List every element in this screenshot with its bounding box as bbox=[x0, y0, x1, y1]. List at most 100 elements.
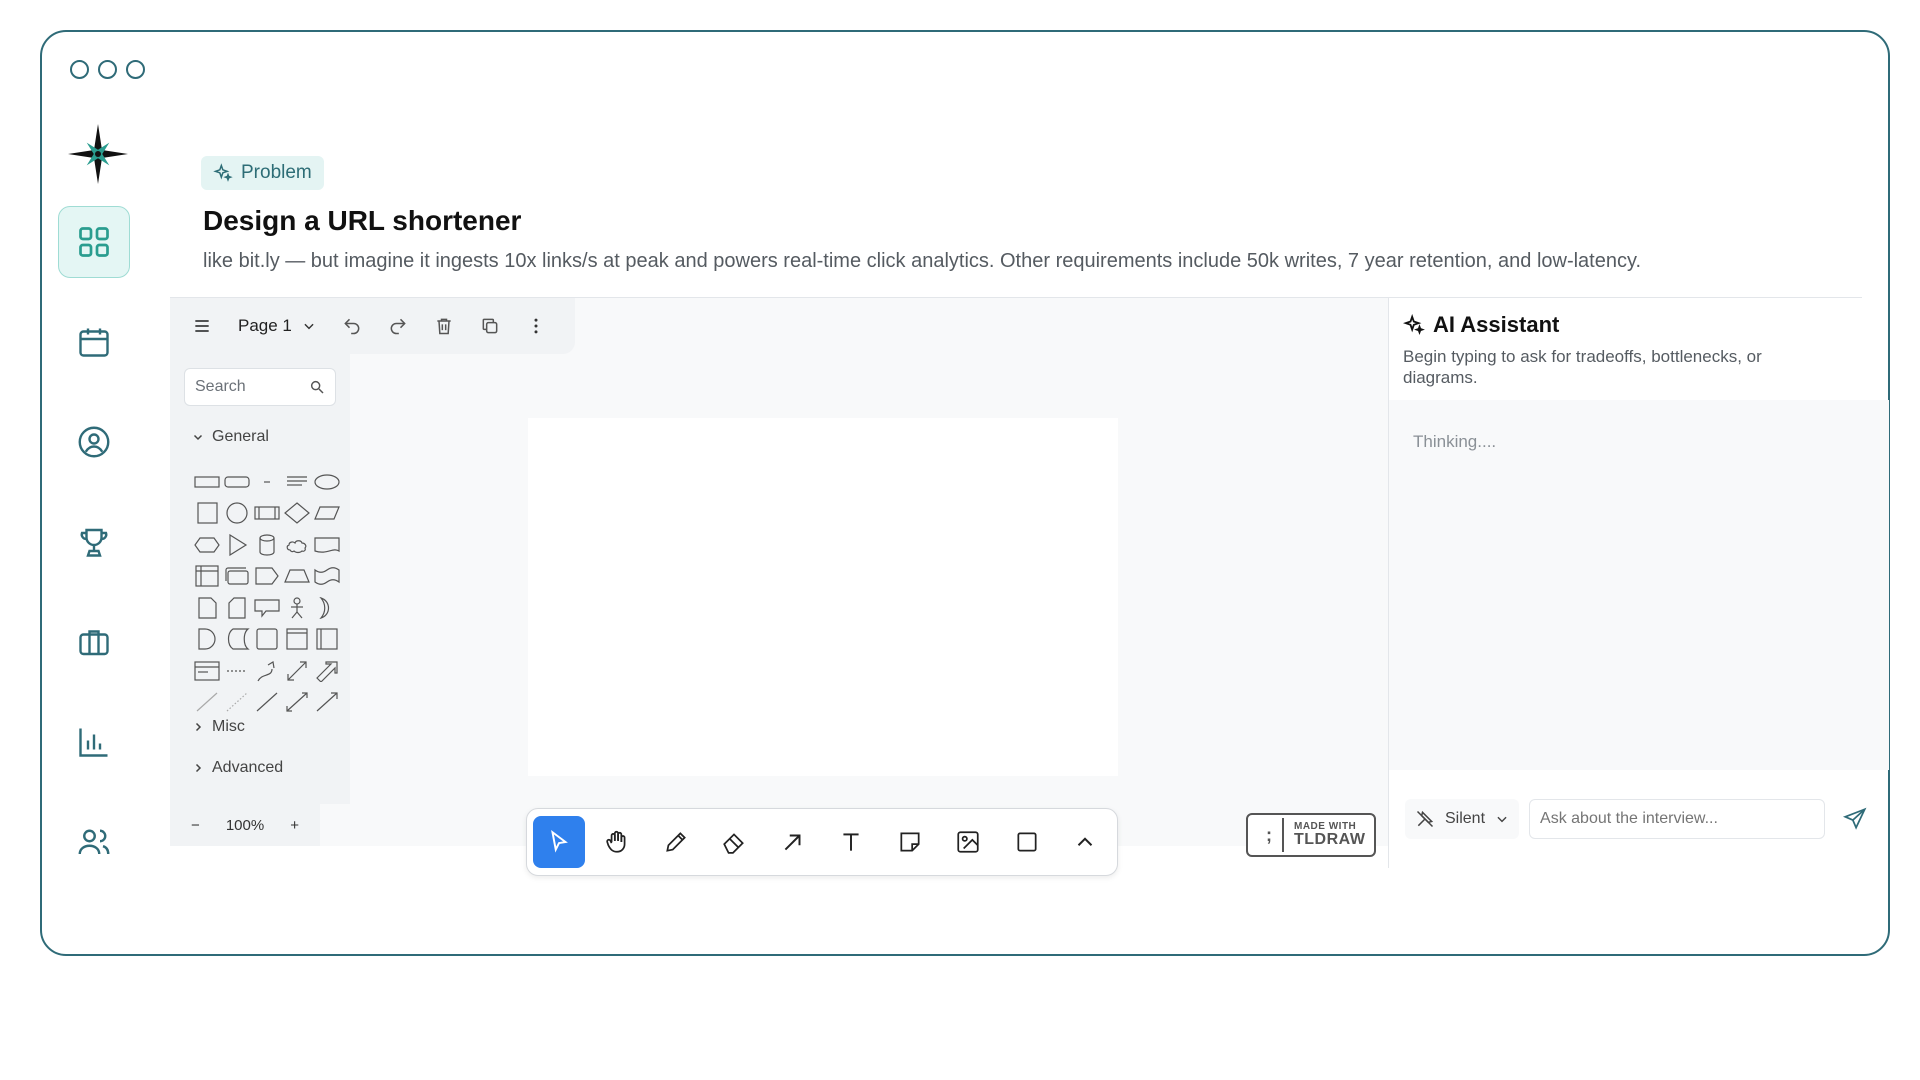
shape-delay[interactable] bbox=[192, 624, 222, 656]
shape-line-light[interactable] bbox=[192, 687, 222, 719]
shape-card[interactable] bbox=[222, 592, 252, 624]
nav-dashboard[interactable] bbox=[58, 206, 130, 278]
shape-diamond[interactable] bbox=[282, 498, 312, 530]
shape-document[interactable] bbox=[312, 529, 342, 561]
shape-callout[interactable] bbox=[252, 592, 282, 624]
shape-parallelogram[interactable] bbox=[312, 498, 342, 530]
shape-text[interactable] bbox=[252, 466, 282, 498]
nav-calendar[interactable] bbox=[58, 306, 130, 378]
shape-off-page[interactable] bbox=[252, 561, 282, 593]
redo-button[interactable] bbox=[382, 310, 414, 342]
section-general[interactable]: General bbox=[192, 428, 269, 446]
trash-icon bbox=[437, 318, 451, 335]
shape-arrow-line[interactable] bbox=[312, 687, 342, 719]
voice-mode-select[interactable]: Silent bbox=[1405, 799, 1520, 839]
nav-analytics[interactable] bbox=[58, 706, 130, 778]
undo-button[interactable] bbox=[336, 310, 368, 342]
more-tools-button[interactable] bbox=[1059, 816, 1111, 868]
image-icon bbox=[957, 831, 979, 853]
shape-square[interactable] bbox=[192, 498, 222, 530]
shape-curve-arrow[interactable] bbox=[252, 655, 282, 687]
trophy-icon bbox=[80, 528, 108, 557]
shape-search-input[interactable]: Search bbox=[184, 368, 336, 406]
duplicate-button[interactable] bbox=[474, 310, 506, 342]
zoom-in-button[interactable]: + bbox=[290, 817, 299, 834]
shape-rectangle[interactable] bbox=[192, 466, 222, 498]
window-controls bbox=[70, 60, 145, 79]
more-options-button[interactable] bbox=[520, 310, 552, 342]
ai-chat-input[interactable] bbox=[1529, 799, 1826, 839]
user-circle-icon bbox=[78, 426, 110, 458]
select-tool[interactable] bbox=[533, 816, 585, 868]
hand-icon bbox=[606, 830, 626, 853]
nav-jobs[interactable] bbox=[58, 606, 130, 678]
shape-circle[interactable] bbox=[222, 498, 252, 530]
send-icon bbox=[1842, 807, 1867, 830]
section-advanced[interactable]: Advanced bbox=[192, 759, 283, 777]
shape-dashed-line[interactable] bbox=[222, 655, 252, 687]
eraser-tool[interactable] bbox=[708, 816, 760, 868]
shape-actor[interactable] bbox=[282, 592, 312, 624]
users-icon bbox=[78, 829, 110, 855]
section-advanced-label: Advanced bbox=[212, 759, 284, 776]
ai-assistant-panel: AI Assistant Begin typing to ask for tra… bbox=[1388, 298, 1889, 868]
shape-grid bbox=[192, 466, 342, 718]
shape-cylinder[interactable] bbox=[252, 529, 282, 561]
nav-achievements[interactable] bbox=[58, 506, 130, 578]
shape-block-arrow[interactable] bbox=[312, 655, 342, 687]
zoom-level[interactable]: 100% bbox=[226, 817, 264, 834]
window-close-button[interactable] bbox=[70, 60, 89, 79]
shape-or[interactable] bbox=[312, 592, 342, 624]
shape-cloud[interactable] bbox=[282, 529, 312, 561]
shape-textbox[interactable] bbox=[282, 466, 312, 498]
canvas-page[interactable] bbox=[528, 418, 1118, 776]
shape-internal-storage[interactable] bbox=[192, 561, 222, 593]
eraser-icon bbox=[723, 833, 745, 854]
shape-hexagon[interactable] bbox=[192, 529, 222, 561]
shape-panel[interactable] bbox=[312, 624, 342, 656]
delete-button[interactable] bbox=[428, 310, 460, 342]
shape-trapezoid[interactable] bbox=[282, 561, 312, 593]
shape-line[interactable] bbox=[252, 687, 282, 719]
shape-note[interactable] bbox=[192, 592, 222, 624]
shape-tape[interactable] bbox=[312, 561, 342, 593]
shape-rounded-rectangle[interactable] bbox=[222, 466, 252, 498]
shape-stored-data[interactable] bbox=[222, 624, 252, 656]
whiteboard-canvas[interactable]: Page 1 Search General Misc Advanced − 10… bbox=[170, 298, 1388, 876]
shape-square-rounded[interactable] bbox=[252, 624, 282, 656]
text-tool[interactable] bbox=[825, 816, 877, 868]
search-placeholder: Search bbox=[195, 378, 246, 395]
zoom-out-button[interactable]: − bbox=[191, 817, 200, 834]
nav-community[interactable] bbox=[58, 806, 130, 878]
ai-assistant-title: AI Assistant bbox=[1433, 312, 1560, 337]
ai-input-bar: Silent bbox=[1389, 770, 1889, 868]
image-tool[interactable] bbox=[942, 816, 994, 868]
shape-process[interactable] bbox=[252, 498, 282, 530]
section-misc[interactable]: Misc bbox=[192, 718, 245, 736]
ai-assistant-header: AI Assistant bbox=[1403, 312, 1559, 338]
send-button[interactable] bbox=[1835, 799, 1875, 839]
shape-multi-doc[interactable] bbox=[222, 561, 252, 593]
shape-table[interactable] bbox=[192, 655, 222, 687]
shape-triangle[interactable] bbox=[222, 529, 252, 561]
shape-bidirectional-arrow[interactable] bbox=[282, 655, 312, 687]
rectangle-tool[interactable] bbox=[1001, 816, 1053, 868]
shape-ellipse[interactable] bbox=[312, 466, 342, 498]
shape-dotted-line[interactable] bbox=[222, 687, 252, 719]
draw-tool[interactable] bbox=[650, 816, 702, 868]
window-minimize-button[interactable] bbox=[98, 60, 117, 79]
made-with-tldraw-badge[interactable]: ; MADE WITH TLDRAW bbox=[1246, 813, 1376, 857]
hand-tool[interactable] bbox=[591, 816, 643, 868]
main-menu-button[interactable] bbox=[186, 310, 218, 342]
calendar-icon bbox=[79, 328, 109, 357]
arrow-tool[interactable] bbox=[767, 816, 819, 868]
shape-frame[interactable] bbox=[282, 624, 312, 656]
window-maximize-button[interactable] bbox=[126, 60, 145, 79]
nav-profile[interactable] bbox=[58, 406, 130, 478]
tldraw-badge-line2: TLDRAW bbox=[1294, 831, 1366, 848]
chevron-down-icon bbox=[304, 323, 314, 330]
page-selector[interactable]: Page 1 bbox=[232, 316, 322, 336]
note-tool[interactable] bbox=[884, 816, 936, 868]
shape-double-arrow-line[interactable] bbox=[282, 687, 312, 719]
chevron-down-icon bbox=[193, 434, 203, 441]
